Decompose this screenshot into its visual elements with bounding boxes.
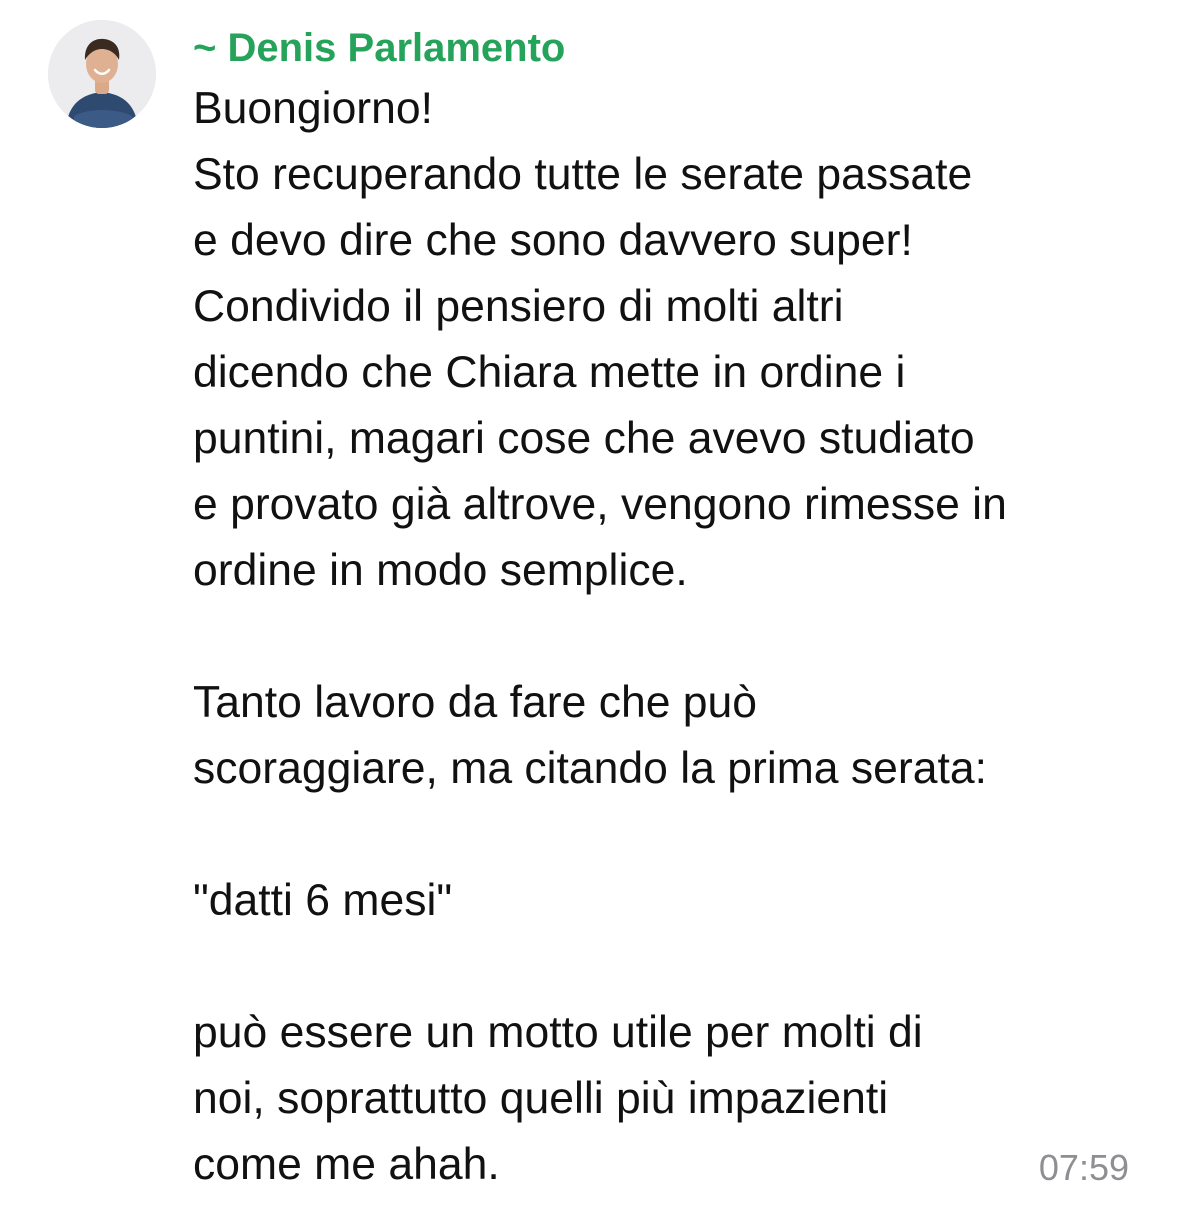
message-timestamp: 07:59 <box>1038 1147 1129 1188</box>
sender-name[interactable]: ~ Denis Parlamento <box>193 22 565 74</box>
message-line: Buongiorno! <box>193 84 433 133</box>
message-line: come me ahah. <box>193 1140 500 1189</box>
avatar[interactable] <box>48 20 156 128</box>
message-line: puntini, magari cose che avevo studiato <box>193 414 975 463</box>
message-text: Buongiorno! Sto recuperando tutte le ser… <box>193 76 1153 1198</box>
message-line: Condivido il pensiero di molti altri <box>193 282 844 331</box>
message-line: "datti 6 mesi" <box>193 876 453 925</box>
chat-message[interactable]: ~ Denis Parlamento Buongiorno! Sto recup… <box>0 0 1179 1216</box>
message-line: dicendo che Chiara mette in ordine i <box>193 348 906 397</box>
message-line: Sto recuperando tutte le serate passate <box>193 150 973 199</box>
message-line: ordine in modo semplice. <box>193 546 688 595</box>
message-line: scoraggiare, ma citando la prima serata: <box>193 744 987 793</box>
message-line: può essere un motto utile per molti di <box>193 1008 923 1057</box>
message-line: e devo dire che sono davvero super! <box>193 216 913 265</box>
profile-photo <box>48 20 156 128</box>
message-line: e provato già altrove, vengono rimesse i… <box>193 480 1007 529</box>
message-line: Tanto lavoro da fare che può <box>193 678 758 727</box>
message-line: noi, soprattutto quelli più impazienti <box>193 1074 889 1123</box>
